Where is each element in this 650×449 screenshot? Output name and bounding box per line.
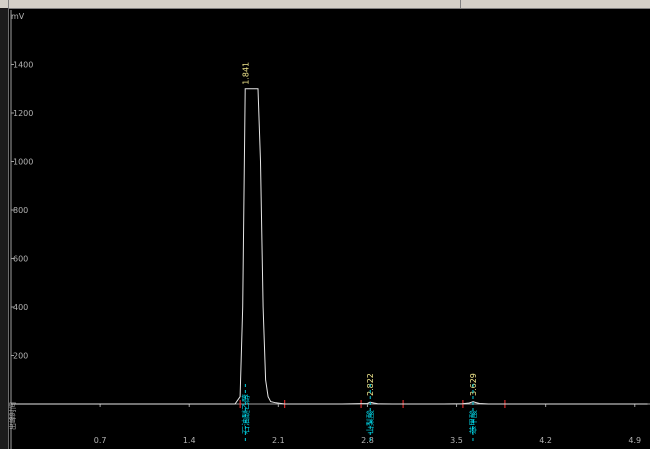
peak-annotations: 1.841石油醚乙醇2.822山梨酸3.629苯甲酸 xyxy=(240,62,478,444)
x-tick-label: 4.2 xyxy=(539,436,552,445)
peak-name-label: 苯甲酸 xyxy=(468,410,478,434)
peak-name-label: 山梨酸 xyxy=(365,410,375,434)
signal-trace xyxy=(11,88,648,405)
x-tick-label: 4.9 xyxy=(628,436,641,445)
y-axis-ticks: 200 400 600 800 1000 1200 1400 xyxy=(11,61,33,361)
y-tick-label: 1200 xyxy=(13,109,33,118)
x-tick-label: 0.7 xyxy=(94,436,107,445)
chromatogram-chart: 200 400 600 800 1000 1200 1400 0.7 1.4 2.1 2.8 3.5… xyxy=(8,10,650,449)
x-tick-label: 2.1 xyxy=(272,436,285,445)
signal-trace-line xyxy=(11,88,648,405)
y-tick-label: 800 xyxy=(13,206,28,215)
y-tick-label: 400 xyxy=(13,303,28,312)
y-tick-label: 200 xyxy=(13,352,28,361)
peak-time-label: 1.841 xyxy=(241,62,250,85)
y-tick-label: 1400 xyxy=(13,61,33,70)
y-tick-label: 1000 xyxy=(13,158,33,167)
y-tick-label: 600 xyxy=(13,255,28,264)
peak-name-label: 石油醚乙醇 xyxy=(240,394,250,434)
chart-axes xyxy=(10,10,650,449)
y-axis-side-label: 出峰时间 xyxy=(8,402,17,430)
x-tick-label: 2.8 xyxy=(361,436,374,445)
chromatogram-window: 200 400 600 800 1000 1200 1400 0.7 1.4 2.1 2.8 3.5… xyxy=(0,0,650,449)
x-tick-label: 3.5 xyxy=(450,436,463,445)
y-axis-label: mV xyxy=(11,12,25,21)
x-tick-label: 1.4 xyxy=(183,436,196,445)
